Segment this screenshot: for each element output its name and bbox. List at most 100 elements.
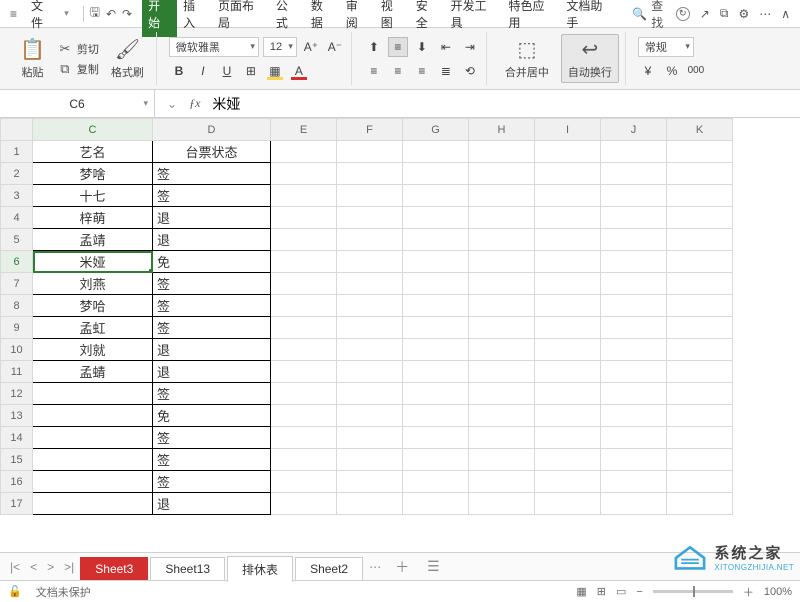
- cell[interactable]: 十七: [33, 185, 153, 207]
- cell[interactable]: [469, 273, 535, 295]
- cell[interactable]: [403, 141, 469, 163]
- decrease-font-icon[interactable]: A⁻: [325, 37, 345, 57]
- cell[interactable]: [403, 207, 469, 229]
- cell[interactable]: [337, 493, 403, 515]
- cell[interactable]: [601, 405, 667, 427]
- cell[interactable]: 孟靖: [33, 229, 153, 251]
- cell[interactable]: [469, 185, 535, 207]
- cell[interactable]: [535, 493, 601, 515]
- cell[interactable]: [271, 471, 337, 493]
- cell[interactable]: [271, 295, 337, 317]
- cell[interactable]: [535, 449, 601, 471]
- indent-decrease-icon[interactable]: ⇤: [436, 37, 456, 57]
- align-bottom-icon[interactable]: ⬇: [412, 37, 432, 57]
- cell[interactable]: [271, 273, 337, 295]
- border-button[interactable]: ⊞: [241, 61, 261, 81]
- cell[interactable]: 艺名: [33, 141, 153, 163]
- format-painter-button[interactable]: 🖌 格式刷: [105, 35, 150, 82]
- cell[interactable]: [271, 493, 337, 515]
- cell[interactable]: [271, 405, 337, 427]
- file-menu[interactable]: 文件: [23, 0, 62, 31]
- cell[interactable]: [601, 383, 667, 405]
- view-page-icon[interactable]: ⊞: [597, 585, 606, 598]
- cell[interactable]: [535, 339, 601, 361]
- cell[interactable]: [601, 163, 667, 185]
- cell[interactable]: [403, 361, 469, 383]
- row-header[interactable]: 3: [1, 185, 33, 207]
- cell[interactable]: [271, 339, 337, 361]
- cell[interactable]: 免: [153, 251, 271, 273]
- cell[interactable]: 签: [153, 471, 271, 493]
- cell[interactable]: [33, 449, 153, 471]
- cell[interactable]: [535, 471, 601, 493]
- cell[interactable]: [601, 207, 667, 229]
- fill-color-button[interactable]: ▦: [265, 61, 285, 81]
- cell[interactable]: [271, 361, 337, 383]
- cell[interactable]: [337, 427, 403, 449]
- row-header[interactable]: 6: [1, 251, 33, 273]
- row-header[interactable]: 5: [1, 229, 33, 251]
- cell[interactable]: [601, 141, 667, 163]
- indent-increase-icon[interactable]: ⇥: [460, 37, 480, 57]
- history-icon[interactable]: ⧉: [720, 6, 729, 21]
- cell[interactable]: [469, 295, 535, 317]
- cell[interactable]: [667, 141, 733, 163]
- align-middle-icon[interactable]: ≡: [388, 37, 408, 57]
- cell[interactable]: [403, 339, 469, 361]
- cell[interactable]: [271, 383, 337, 405]
- row-header[interactable]: 16: [1, 471, 33, 493]
- align-center-icon[interactable]: ≡: [388, 61, 408, 81]
- font-size-select[interactable]: 12: [263, 37, 297, 57]
- cell[interactable]: [667, 471, 733, 493]
- spreadsheet-grid[interactable]: C D E F G H I J K 1艺名台票状态2梦啥签3十七签4梓萌退5孟靖…: [0, 118, 733, 515]
- cell[interactable]: [403, 383, 469, 405]
- row-header[interactable]: 11: [1, 361, 33, 383]
- cell[interactable]: [667, 427, 733, 449]
- redo-icon[interactable]: ↷: [122, 7, 132, 21]
- cell[interactable]: [337, 449, 403, 471]
- cell[interactable]: [403, 427, 469, 449]
- cell[interactable]: [535, 163, 601, 185]
- increase-font-icon[interactable]: A⁺: [301, 37, 321, 57]
- cell[interactable]: [535, 383, 601, 405]
- cell[interactable]: [535, 273, 601, 295]
- cell[interactable]: [667, 317, 733, 339]
- merge-center-button[interactable]: ⬚ 合并居中: [499, 35, 555, 82]
- cell[interactable]: [271, 449, 337, 471]
- cell[interactable]: [601, 449, 667, 471]
- col-header[interactable]: K: [667, 119, 733, 141]
- row-header[interactable]: 10: [1, 339, 33, 361]
- cell[interactable]: [403, 251, 469, 273]
- cell[interactable]: [33, 493, 153, 515]
- cut-button[interactable]: ✂剪切: [57, 41, 99, 57]
- share-icon[interactable]: ↗: [700, 7, 710, 21]
- cell[interactable]: 签: [153, 383, 271, 405]
- cell[interactable]: [469, 405, 535, 427]
- cell[interactable]: 签: [153, 295, 271, 317]
- cell[interactable]: [271, 427, 337, 449]
- cell[interactable]: 退: [153, 361, 271, 383]
- row-header[interactable]: 12: [1, 383, 33, 405]
- font-name-select[interactable]: 微软雅黑: [169, 37, 259, 57]
- cell[interactable]: [33, 427, 153, 449]
- cell[interactable]: 米娅: [33, 251, 153, 273]
- cell[interactable]: [469, 317, 535, 339]
- cell[interactable]: [403, 471, 469, 493]
- zoom-level[interactable]: 100%: [764, 586, 792, 598]
- cell[interactable]: [337, 295, 403, 317]
- cell[interactable]: [667, 339, 733, 361]
- cell[interactable]: [337, 383, 403, 405]
- italic-button[interactable]: I: [193, 61, 213, 81]
- cell[interactable]: [601, 493, 667, 515]
- zoom-out-icon[interactable]: −: [636, 586, 642, 598]
- cell[interactable]: [403, 229, 469, 251]
- cell[interactable]: [403, 273, 469, 295]
- cell[interactable]: 退: [153, 229, 271, 251]
- view-normal-icon[interactable]: ▦: [576, 585, 586, 598]
- number-format-select[interactable]: 常规: [638, 37, 694, 57]
- cell[interactable]: [535, 185, 601, 207]
- cell[interactable]: [271, 229, 337, 251]
- cell[interactable]: [337, 339, 403, 361]
- cell[interactable]: [271, 185, 337, 207]
- cell[interactable]: [337, 185, 403, 207]
